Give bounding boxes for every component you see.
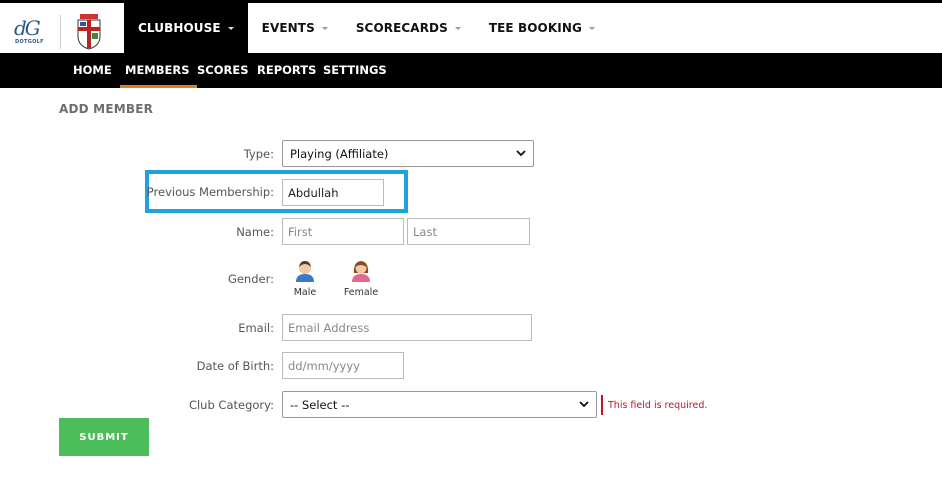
previous-membership-label: Previous Membership:	[146, 185, 274, 199]
topnav-scorecards-label: SCORECARDS	[355, 21, 448, 35]
female-avatar-icon	[352, 261, 370, 282]
male-avatar-icon	[296, 261, 314, 282]
chevron-down-icon	[321, 26, 328, 30]
topnav-events[interactable]: EVENTS	[248, 3, 342, 53]
club-category-select-value: -- Select --	[290, 398, 350, 412]
dotgolf-logo[interactable]: dG DOTGOLF	[14, 16, 48, 48]
subnav-home[interactable]: HOME	[73, 53, 112, 88]
type-label: Type:	[243, 147, 274, 161]
previous-membership-input[interactable]	[282, 179, 384, 206]
gender-male-label: Male	[293, 287, 317, 298]
club-category-select[interactable]: -- Select --	[282, 391, 597, 418]
logo-divider	[60, 15, 61, 49]
gender-male-option[interactable]: Male	[283, 259, 327, 298]
topnav-tee-booking-label: TEE BOOKING	[488, 21, 582, 35]
dob-input[interactable]	[282, 352, 404, 379]
chevron-down-icon	[227, 26, 234, 30]
gender-label: Gender:	[227, 272, 274, 286]
last-name-input[interactable]	[407, 218, 530, 245]
dotgolf-logo-text: dG	[14, 16, 41, 40]
chevron-down-icon	[579, 401, 589, 408]
top-navbar: dG DOTGOLF CLUBHOUSE EVENTS SCORECARDS T…	[0, 0, 942, 53]
chevron-down-icon	[588, 26, 595, 30]
subnav-reports[interactable]: REPORTS	[257, 53, 316, 88]
topnav-clubhouse[interactable]: CLUBHOUSE	[124, 3, 248, 53]
subnav-members[interactable]: MEMBERS	[120, 53, 196, 88]
subnav-settings[interactable]: SETTINGS	[323, 53, 387, 88]
submit-button[interactable]: SUBMIT	[59, 418, 149, 456]
top-nav: CLUBHOUSE EVENTS SCORECARDS TEE BOOKING	[124, 3, 609, 53]
error-indicator-bar	[601, 395, 603, 415]
topnav-scorecards[interactable]: SCORECARDS	[342, 3, 475, 53]
gender-female-option[interactable]: Female	[339, 259, 383, 298]
chevron-down-icon	[454, 26, 461, 30]
club-category-error: This field is required.	[608, 400, 708, 411]
topnav-clubhouse-label: CLUBHOUSE	[138, 21, 221, 35]
dob-label: Date of Birth:	[196, 359, 274, 373]
email-label: Email:	[238, 321, 274, 335]
type-select[interactable]: Playing (Affiliate)	[282, 140, 534, 167]
logo-area: dG DOTGOLF	[0, 6, 124, 56]
subnav-scores[interactable]: SCORES	[197, 53, 249, 88]
page-title: ADD MEMBER	[59, 102, 154, 116]
first-name-input[interactable]	[282, 218, 404, 245]
club-category-label: Club Category:	[188, 398, 274, 412]
club-crest-icon	[77, 14, 101, 50]
dotgolf-logo-subtext: DOTGOLF	[15, 39, 44, 45]
chevron-down-icon	[516, 150, 526, 157]
email-input[interactable]	[282, 314, 532, 341]
sub-navbar: HOME MEMBERS SCORES REPORTS SETTINGS	[0, 53, 942, 88]
type-select-value: Playing (Affiliate)	[290, 147, 389, 161]
name-label: Name:	[236, 225, 274, 239]
topnav-tee-booking[interactable]: TEE BOOKING	[475, 3, 609, 53]
topnav-events-label: EVENTS	[261, 21, 315, 35]
gender-female-label: Female	[343, 287, 379, 298]
